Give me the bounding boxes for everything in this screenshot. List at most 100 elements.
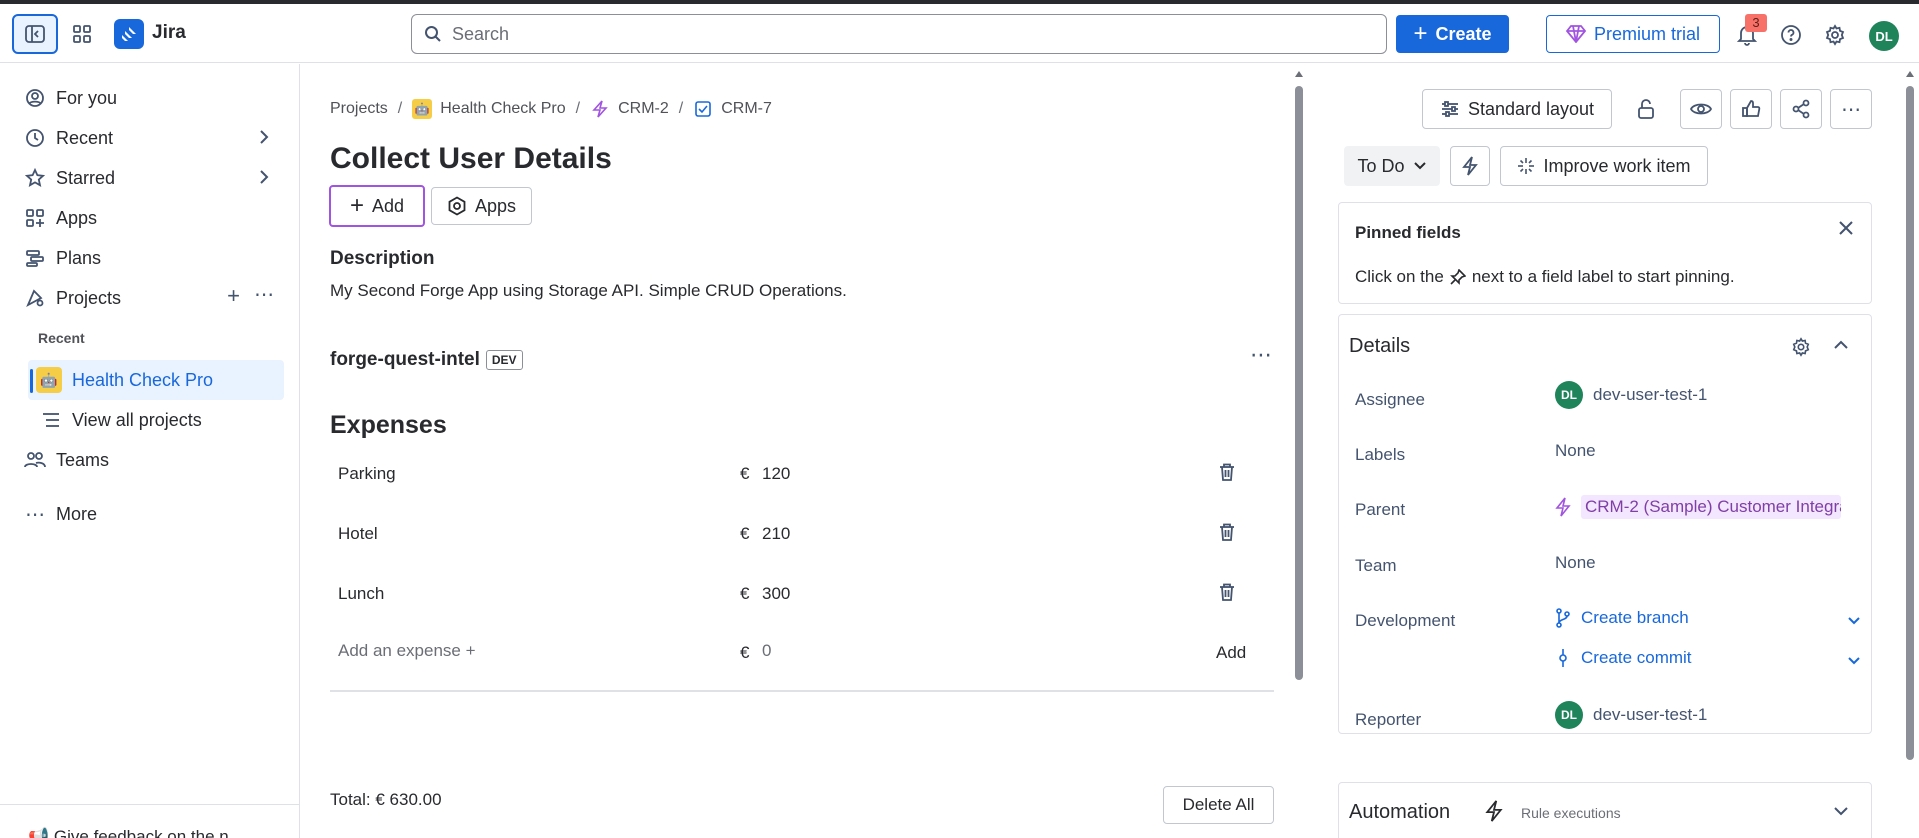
breadcrumb-project[interactable]: Health Check Pro: [440, 100, 565, 118]
avatar: DL: [1555, 701, 1583, 729]
description-text[interactable]: My Second Forge App using Storage API. S…: [330, 281, 847, 301]
delete-all-button[interactable]: Delete All: [1163, 786, 1274, 824]
parent-value[interactable]: CRM-2 (Sample) Customer Integration: [1555, 495, 1841, 519]
create-branch-label: Create branch: [1581, 608, 1689, 627]
automation-button[interactable]: [1450, 146, 1490, 186]
search-input[interactable]: [452, 23, 1352, 45]
add-project-icon[interactable]: +: [227, 285, 240, 307]
sidebar-item-label: Plans: [56, 247, 102, 268]
plans-icon: [24, 247, 46, 269]
expense-amount: 300: [762, 584, 791, 603]
total-amount: Total: € 630.00: [330, 790, 442, 809]
reporter-value[interactable]: DL dev-user-test-1: [1555, 701, 1707, 729]
chevron-right-icon[interactable]: [256, 128, 272, 151]
scroll-up-arrow[interactable]: [1905, 70, 1915, 78]
create-button[interactable]: + Create: [1396, 15, 1509, 53]
trash-icon[interactable]: [1218, 462, 1236, 487]
team-value[interactable]: None: [1555, 553, 1596, 573]
sidebar-item-recent[interactable]: Recent: [16, 120, 284, 156]
sidebar-item-apps[interactable]: Apps: [16, 200, 284, 236]
divider: [330, 690, 1274, 692]
sidebar-item-label: More: [56, 503, 98, 524]
gear-icon: [1825, 24, 1845, 46]
premium-trial-button[interactable]: Premium trial: [1546, 15, 1720, 53]
user-avatar[interactable]: DL: [1869, 21, 1899, 51]
chevron-right-icon[interactable]: [256, 168, 272, 191]
expense-name-input[interactable]: [338, 641, 638, 661]
recent-section-label: Recent: [38, 330, 85, 346]
add-expense-button[interactable]: Add: [1216, 643, 1246, 663]
megaphone-icon: 📢: [28, 827, 50, 838]
scroll-up-arrow[interactable]: [1294, 70, 1304, 78]
more-horizontal-icon[interactable]: ⋯: [254, 285, 274, 306]
gear-icon[interactable]: [1791, 337, 1811, 362]
sidebar-item-label: View all projects: [72, 409, 202, 430]
chevron-down-icon: [1413, 162, 1426, 170]
plus-icon: +: [349, 192, 364, 219]
currency-symbol: €: [740, 584, 750, 603]
breadcrumb-parent[interactable]: CRM-2: [618, 100, 669, 118]
sidebar-item-more[interactable]: ⋯ More: [16, 496, 284, 532]
feedback-label: Give feedback on the n: [53, 827, 229, 838]
expense-amount: 210: [762, 524, 791, 543]
lock-button[interactable]: [1626, 89, 1666, 129]
labels-value[interactable]: None: [1555, 441, 1596, 461]
trash-icon[interactable]: [1218, 582, 1236, 607]
sidebar-item-label: Health Check Pro: [72, 369, 214, 390]
create-branch-link[interactable]: Create branch: [1555, 608, 1689, 628]
chevron-down-icon[interactable]: [1847, 651, 1861, 671]
expense-name: Hotel: [338, 524, 378, 543]
main-scrollbar-thumb[interactable]: [1295, 86, 1303, 680]
feedback-link[interactable]: 📢 Give feedback on the n: [0, 804, 299, 838]
currency-symbol: €: [740, 464, 750, 483]
assignee-label: Assignee: [1355, 390, 1425, 409]
commit-icon: [1559, 649, 1567, 667]
help-button[interactable]: [1772, 16, 1810, 54]
sidebar-item-for-you[interactable]: For you: [16, 80, 284, 116]
apps-button[interactable]: Apps: [431, 187, 532, 225]
breadcrumb-current[interactable]: CRM-7: [721, 100, 772, 118]
chevron-down-icon[interactable]: [1833, 803, 1849, 824]
assignee-value[interactable]: DL dev-user-test-1: [1555, 381, 1707, 409]
create-commit-link[interactable]: Create commit: [1555, 648, 1692, 668]
improve-work-item-button[interactable]: Improve work item: [1500, 146, 1708, 186]
search-box[interactable]: [411, 14, 1387, 54]
app-name[interactable]: Jira: [152, 22, 186, 44]
top-navigation: Jira + Create Premium trial 3 DL: [0, 4, 1919, 63]
premium-label: Premium trial: [1593, 23, 1700, 44]
chevron-up-icon[interactable]: [1833, 337, 1849, 358]
like-button[interactable]: [1730, 89, 1772, 129]
breadcrumb-projects[interactable]: Projects: [330, 100, 388, 118]
page-title[interactable]: Collect User Details: [330, 142, 612, 176]
sidebar-item-teams[interactable]: Teams: [16, 442, 284, 478]
expense-name: Parking: [338, 464, 396, 483]
status-dropdown[interactable]: To Do: [1344, 146, 1440, 186]
settings-button[interactable]: [1816, 16, 1854, 54]
teams-icon: [24, 449, 46, 471]
sidebar-toggle-button[interactable]: [12, 14, 58, 54]
details-title[interactable]: Details: [1349, 335, 1410, 358]
expense-amount-input[interactable]: [762, 641, 862, 661]
right-scrollbar-thumb[interactable]: [1906, 86, 1914, 760]
standard-layout-button[interactable]: Standard layout: [1422, 89, 1612, 129]
automation-panel[interactable]: Automation Rule executions: [1338, 782, 1872, 838]
sidebar-item-projects[interactable]: Projects + ⋯: [16, 280, 284, 316]
sidebar-item-health-check-pro[interactable]: 🤖 Health Check Pro: [28, 360, 284, 400]
more-actions-button[interactable]: ⋯: [1830, 89, 1872, 129]
more-horizontal-icon[interactable]: ⋯: [1246, 344, 1276, 369]
unlock-icon: [1638, 99, 1654, 119]
watch-button[interactable]: [1680, 89, 1722, 129]
sidebar-item-label: Projects: [56, 287, 122, 308]
close-icon[interactable]: [1837, 217, 1855, 243]
share-button[interactable]: [1780, 89, 1822, 129]
jira-logo-icon[interactable]: [114, 19, 144, 49]
app-switcher-button[interactable]: [62, 14, 102, 54]
notification-badge: 3: [1745, 14, 1767, 32]
sidebar-item-starred[interactable]: Starred: [16, 160, 284, 196]
sidebar-item-label: Apps: [56, 207, 98, 228]
sidebar-item-view-all-projects[interactable]: View all projects: [28, 402, 284, 438]
chevron-down-icon[interactable]: [1847, 611, 1861, 631]
sidebar-item-plans[interactable]: Plans: [16, 240, 284, 276]
trash-icon[interactable]: [1218, 522, 1236, 547]
add-button[interactable]: + Add: [329, 185, 425, 227]
